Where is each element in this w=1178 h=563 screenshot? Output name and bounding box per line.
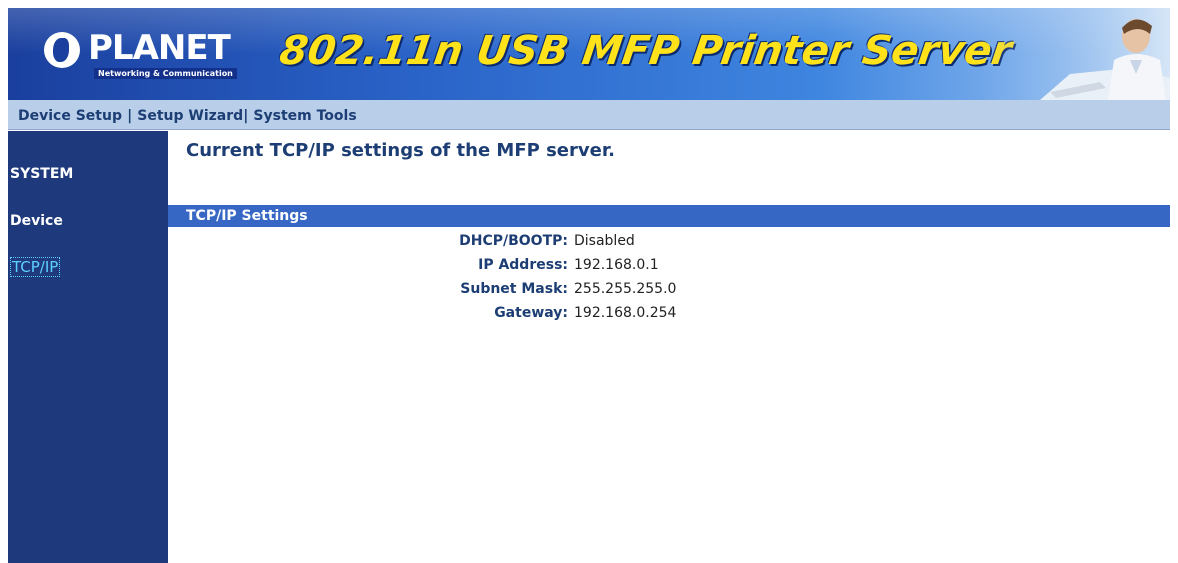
logo-wordmark: PLANET xyxy=(88,28,231,68)
logo-tagline: Networking & Communication xyxy=(94,68,237,79)
nav-setup-wizard[interactable]: Setup Wizard xyxy=(137,108,243,124)
setting-value: Disabled xyxy=(574,233,635,249)
nav-system-tools[interactable]: System Tools xyxy=(253,108,356,124)
section-header-tcpip-settings: TCP/IP Settings xyxy=(168,205,1170,227)
setting-value: 255.255.255.0 xyxy=(574,281,677,297)
nav-device-setup[interactable]: Device Setup xyxy=(18,108,122,124)
setting-label: Subnet Mask: xyxy=(460,281,568,297)
top-nav-bar: Device Setup | Setup Wizard| System Tool… xyxy=(8,100,1170,130)
product-title: 802.11n USB MFP Printer Server xyxy=(276,28,1015,74)
planet-logo-icon xyxy=(44,32,80,68)
setting-row-dhcp: DHCP/BOOTP: Disabled xyxy=(168,230,1170,252)
setting-row-ip-address: IP Address: 192.168.0.1 xyxy=(168,254,1170,276)
setting-label: Gateway: xyxy=(494,305,568,321)
setting-row-gateway: Gateway: 192.168.0.254 xyxy=(168,302,1170,324)
sidebar-item-system[interactable]: SYSTEM xyxy=(10,166,73,182)
setting-label: IP Address: xyxy=(478,257,568,273)
setting-value: 192.168.0.254 xyxy=(574,305,677,321)
sidebar-item-tcpip[interactable]: TCP/IP xyxy=(10,257,61,277)
setting-label: DHCP/BOOTP: xyxy=(459,233,568,249)
setting-row-subnet-mask: Subnet Mask: 255.255.255.0 xyxy=(168,278,1170,300)
nav-separator: | xyxy=(127,108,133,124)
person-at-laptop-image xyxy=(980,8,1170,100)
nav-separator: | xyxy=(243,108,249,124)
sidebar: SYSTEM Device TCP/IP xyxy=(8,131,168,563)
page-title: Current TCP/IP settings of the MFP serve… xyxy=(186,140,615,161)
setting-value: 192.168.0.1 xyxy=(574,257,659,273)
header-banner: PLANET Networking & Communication 802.11… xyxy=(8,8,1170,100)
sidebar-item-device[interactable]: Device xyxy=(10,213,63,229)
planet-logo: PLANET Networking & Communication xyxy=(44,22,244,86)
